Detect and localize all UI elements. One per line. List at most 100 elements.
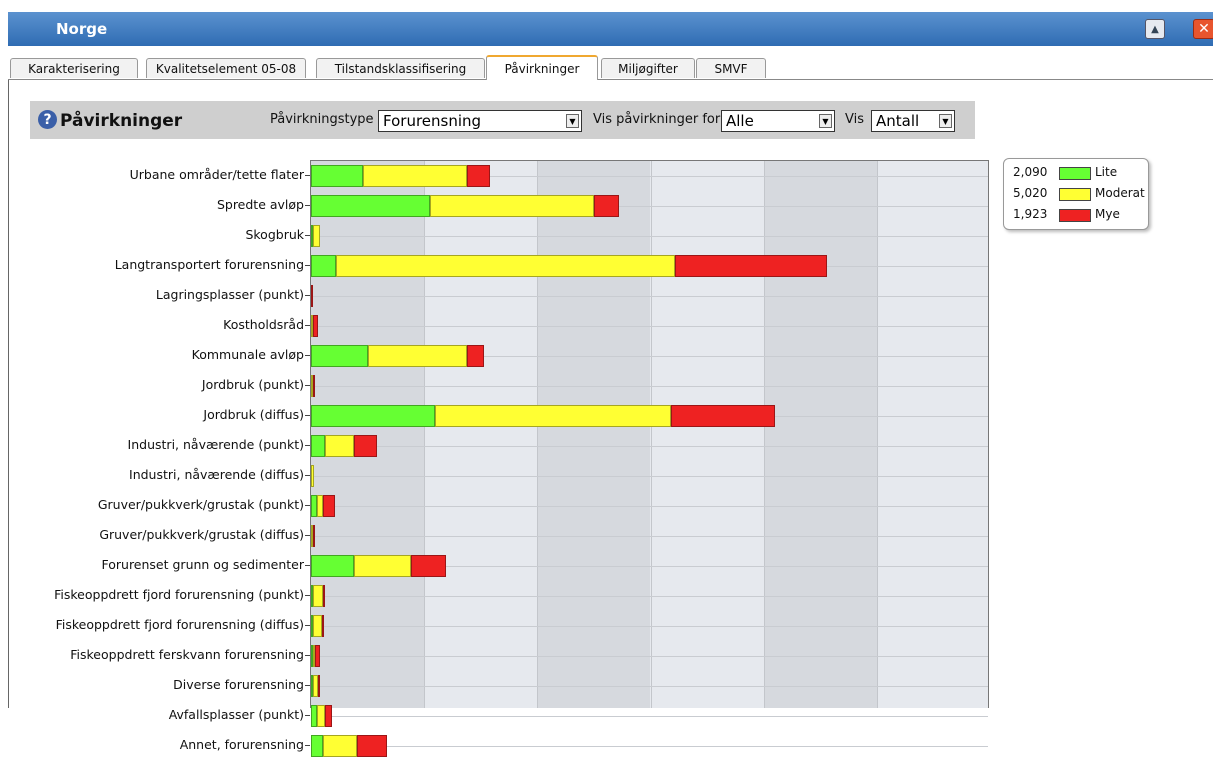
show-for-select[interactable]: Alle ▼ bbox=[721, 110, 835, 132]
chart-bar[interactable] bbox=[311, 645, 320, 667]
category-label: Jordbruk (diffus) bbox=[203, 407, 304, 422]
help-icon[interactable]: ? bbox=[38, 110, 57, 129]
chart-bar[interactable] bbox=[311, 615, 325, 637]
bar-segment-moderat[interactable] bbox=[316, 495, 324, 517]
bar-segment-mye[interactable] bbox=[410, 555, 446, 577]
bar-segment-moderat[interactable] bbox=[313, 225, 320, 247]
bar-segment-moderat[interactable] bbox=[323, 735, 358, 757]
window-titlebar: Norge ▲ ✕ bbox=[8, 12, 1213, 46]
grid-line-horizontal bbox=[311, 386, 988, 387]
tab-smvf[interactable]: SMVF bbox=[696, 58, 766, 78]
chart-bar[interactable] bbox=[311, 705, 333, 727]
bar-segment-mye[interactable] bbox=[467, 345, 485, 367]
chart-bar[interactable] bbox=[311, 225, 320, 247]
tab-karakterisering[interactable]: Karakterisering bbox=[10, 58, 138, 78]
axis-tick bbox=[305, 385, 310, 386]
chart-bar[interactable] bbox=[311, 435, 377, 457]
axis-tick bbox=[305, 535, 310, 536]
bar-segment-mye[interactable] bbox=[322, 615, 325, 637]
category-label: Avfallsplasser (punkt) bbox=[168, 707, 304, 722]
bar-segment-lite[interactable] bbox=[311, 735, 324, 757]
bar-segment-moderat[interactable] bbox=[313, 615, 323, 637]
bar-segment-lite[interactable] bbox=[311, 405, 436, 427]
type-select[interactable]: Forurensning ▼ bbox=[378, 110, 582, 132]
grid-line-horizontal bbox=[311, 476, 988, 477]
category-label: Fiskeoppdrett ferskvann forurensning bbox=[70, 647, 304, 662]
chart-bar[interactable] bbox=[311, 195, 619, 217]
axis-tick bbox=[305, 745, 310, 746]
chart-bar[interactable] bbox=[311, 495, 335, 517]
collapse-button[interactable]: ▲ bbox=[1145, 19, 1165, 39]
tab-kvalitetselement[interactable]: Kvalitetselement 05-08 bbox=[146, 58, 306, 78]
bar-segment-moderat[interactable] bbox=[316, 705, 325, 727]
bar-segment-mye[interactable] bbox=[323, 495, 335, 517]
bar-segment-mye[interactable] bbox=[313, 525, 315, 547]
tab-tilstandsklassifisering[interactable]: Tilstandsklassifisering bbox=[316, 58, 485, 78]
chart-bar[interactable] bbox=[311, 315, 318, 337]
legend-swatch bbox=[1059, 188, 1091, 201]
bar-segment-mye[interactable] bbox=[313, 315, 318, 337]
grid-line-horizontal bbox=[311, 506, 988, 507]
bar-segment-mye[interactable] bbox=[354, 435, 377, 457]
bar-segment-lite[interactable] bbox=[311, 555, 354, 577]
axis-tick bbox=[305, 235, 310, 236]
chart-bar[interactable] bbox=[311, 375, 315, 397]
chart-bar[interactable] bbox=[311, 405, 775, 427]
chevron-down-icon[interactable]: ▼ bbox=[566, 114, 579, 128]
chart-bar[interactable] bbox=[311, 285, 313, 307]
axis-tick bbox=[305, 655, 310, 656]
tab-miljogifter[interactable]: Miljøgifter bbox=[601, 58, 695, 78]
chart-bar[interactable] bbox=[311, 255, 828, 277]
axis-tick bbox=[305, 295, 310, 296]
bar-segment-moderat[interactable] bbox=[324, 435, 354, 457]
close-button[interactable]: ✕ bbox=[1193, 19, 1213, 39]
bar-segment-moderat[interactable] bbox=[354, 555, 411, 577]
bar-segment-mye[interactable] bbox=[324, 705, 333, 727]
bar-segment-lite[interactable] bbox=[311, 255, 336, 277]
bar-segment-moderat[interactable] bbox=[429, 195, 594, 217]
bar-segment-mye[interactable] bbox=[313, 375, 315, 397]
grid-line-horizontal bbox=[311, 686, 988, 687]
category-label: Fiskeoppdrett fjord forurensning (diffus… bbox=[55, 617, 304, 632]
chart-bar[interactable] bbox=[311, 735, 387, 757]
category-label: Fiskeoppdrett fjord forurensning (punkt) bbox=[54, 587, 304, 602]
bar-segment-lite[interactable] bbox=[311, 345, 368, 367]
bar-segment-moderat[interactable] bbox=[311, 465, 314, 487]
bar-segment-lite[interactable] bbox=[311, 165, 364, 187]
legend-count: 2,090 bbox=[1013, 165, 1048, 179]
bar-segment-mye[interactable] bbox=[311, 285, 313, 307]
axis-tick bbox=[305, 625, 310, 626]
chart-bar[interactable] bbox=[311, 585, 326, 607]
chevron-down-icon[interactable]: ▼ bbox=[819, 114, 832, 128]
category-label: Kostholdsråd bbox=[223, 317, 304, 332]
tab-pavirkninger[interactable]: Påvirkninger bbox=[486, 55, 598, 80]
bar-segment-moderat[interactable] bbox=[363, 165, 468, 187]
chart-bar[interactable] bbox=[311, 465, 314, 487]
chart-bar[interactable] bbox=[311, 345, 485, 367]
grid-line-horizontal bbox=[311, 626, 988, 627]
bar-segment-moderat[interactable] bbox=[313, 585, 324, 607]
bar-segment-mye[interactable] bbox=[315, 645, 320, 667]
chart-bar[interactable] bbox=[311, 675, 320, 697]
bar-segment-mye[interactable] bbox=[357, 735, 387, 757]
chart-bar[interactable] bbox=[311, 165, 490, 187]
chart-bar[interactable] bbox=[311, 555, 446, 577]
bar-segment-mye[interactable] bbox=[323, 585, 326, 607]
bar-segment-lite[interactable] bbox=[311, 195, 430, 217]
bar-segment-mye[interactable] bbox=[670, 405, 775, 427]
bar-segment-mye[interactable] bbox=[317, 675, 320, 697]
bar-segment-moderat[interactable] bbox=[435, 405, 671, 427]
bar-segment-moderat[interactable] bbox=[335, 255, 676, 277]
chart-bar[interactable] bbox=[311, 525, 315, 547]
bar-segment-lite[interactable] bbox=[311, 435, 325, 457]
category-label: Diverse forurensning bbox=[173, 677, 304, 692]
show-select[interactable]: Antall ▼ bbox=[871, 110, 955, 132]
chevron-down-icon[interactable]: ▼ bbox=[939, 114, 952, 128]
legend-count: 1,923 bbox=[1013, 207, 1048, 221]
bar-segment-mye[interactable] bbox=[467, 165, 490, 187]
grid-line-horizontal bbox=[311, 446, 988, 447]
legend-label: Moderat bbox=[1095, 186, 1145, 200]
bar-segment-moderat[interactable] bbox=[367, 345, 468, 367]
bar-segment-mye[interactable] bbox=[675, 255, 828, 277]
bar-segment-mye[interactable] bbox=[593, 195, 619, 217]
